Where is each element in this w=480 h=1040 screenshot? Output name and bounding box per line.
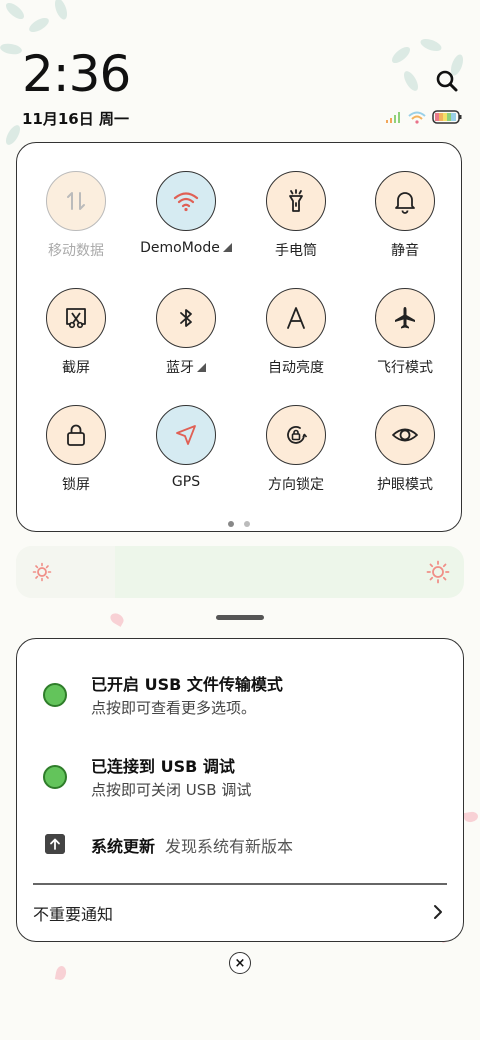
tile-lock-screen[interactable]: 锁屏 — [21, 405, 131, 494]
search-button[interactable] — [432, 66, 462, 96]
page-dot-active[interactable] — [228, 521, 234, 527]
brightness-slider[interactable] — [16, 546, 464, 598]
tile-label: 移动数据 — [48, 243, 104, 259]
tile-label: 手电筒 — [275, 243, 317, 259]
tile-auto-brightness[interactable]: 自动亮度 — [241, 288, 351, 377]
expand-arrow-icon[interactable] — [222, 243, 232, 252]
tile-auto-brightness-button[interactable] — [266, 288, 326, 348]
search-icon — [436, 70, 458, 92]
tile-rotation-lock-button[interactable] — [266, 405, 326, 465]
brightness-high-icon — [426, 560, 450, 584]
clock[interactable]: 2:36 — [22, 48, 131, 100]
notification-text: 发现系统有新版本 — [165, 837, 294, 856]
mobile-data-icon — [67, 192, 85, 210]
signal-icon — [386, 112, 400, 123]
notification-system-update[interactable]: 系统更新 发现系统有新版本 — [17, 831, 463, 861]
tile-label: 蓝牙 — [166, 360, 194, 376]
tile-label: 锁屏 — [62, 477, 90, 493]
close-icon: × — [234, 955, 246, 971]
notification-title: 已开启 USB 文件传输模式 — [91, 675, 283, 694]
airplane-icon — [395, 307, 415, 329]
wifi-icon — [173, 192, 199, 212]
tile-lock-screen-button[interactable] — [46, 405, 106, 465]
tile-rotation-lock[interactable]: 方向锁定 — [241, 405, 351, 494]
tile-label: 飞行模式 — [377, 360, 433, 376]
android-icon — [43, 683, 67, 707]
unimportant-notifications-link[interactable]: 不重要通知 — [33, 901, 113, 925]
flashlight-icon — [289, 189, 303, 212]
page-dot[interactable] — [244, 521, 250, 527]
battery-icon — [432, 110, 462, 124]
notification-panel: 已开启 USB 文件传输模式 点按即可查看更多选项。 已连接到 USB 调试 点… — [16, 638, 464, 942]
notification-title: 已连接到 USB 调试 — [91, 757, 235, 776]
brightness-low-icon — [32, 562, 52, 582]
drag-handle[interactable] — [216, 615, 264, 620]
tile-eye-protection[interactable]: 护眼模式 — [350, 405, 460, 494]
bell-icon — [395, 192, 415, 214]
tile-silent-button[interactable] — [375, 171, 435, 231]
wifi-status-icon — [408, 111, 426, 124]
location-icon — [176, 425, 196, 445]
tile-airplane[interactable]: 飞行模式 — [350, 288, 460, 377]
tile-flashlight[interactable]: 手电筒 — [241, 171, 351, 260]
tile-flashlight-button[interactable] — [266, 171, 326, 231]
expand-arrow-icon[interactable] — [197, 363, 206, 372]
page-indicator — [17, 521, 461, 527]
tile-wifi[interactable]: DemoMode — [131, 171, 241, 256]
bluetooth-icon — [180, 309, 192, 327]
tile-mobile-data-button[interactable] — [46, 171, 106, 231]
notification-usb-debug[interactable]: 已连接到 USB 调试 点按即可关闭 USB 调试 — [17, 751, 463, 811]
tile-label: 截屏 — [62, 360, 90, 376]
tile-gps-button[interactable] — [156, 405, 216, 465]
tile-label: DemoMode — [140, 240, 220, 256]
tile-bluetooth-button[interactable] — [156, 288, 216, 348]
tile-screenshot-button[interactable] — [46, 288, 106, 348]
tile-airplane-button[interactable] — [375, 288, 435, 348]
tile-screenshot[interactable]: 截屏 — [21, 288, 131, 377]
notification-title: 系统更新 — [91, 837, 156, 856]
notification-text: 点按即可查看更多选项。 — [91, 699, 257, 717]
tile-silent[interactable]: 静音 — [350, 171, 460, 260]
tile-label: 护眼模式 — [377, 477, 433, 493]
tile-label: 自动亮度 — [268, 360, 324, 376]
clear-all-button[interactable]: × — [229, 952, 251, 974]
brightness-slider-fill — [16, 546, 115, 598]
tile-label: 静音 — [391, 243, 419, 259]
auto-brightness-icon — [287, 307, 305, 329]
rotation-lock-icon — [287, 426, 308, 444]
tile-bluetooth[interactable]: 蓝牙 — [131, 288, 241, 377]
upload-icon — [45, 834, 65, 854]
tile-label: GPS — [171, 474, 201, 490]
notification-text: 点按即可关闭 USB 调试 — [91, 781, 252, 799]
lock-icon — [67, 424, 85, 446]
android-icon — [43, 765, 67, 789]
screenshot-icon — [66, 308, 86, 329]
tile-mobile-data[interactable]: 移动数据 — [21, 171, 131, 260]
tile-label: 方向锁定 — [268, 477, 324, 493]
tile-gps[interactable]: GPS — [131, 405, 241, 490]
tile-wifi-button[interactable] — [156, 171, 216, 231]
status-icons — [386, 110, 462, 124]
notification-usb-transfer[interactable]: 已开启 USB 文件传输模式 点按即可查看更多选项。 — [17, 667, 463, 727]
date[interactable]: 11月16日 周一 — [22, 108, 129, 129]
eye-icon — [392, 428, 418, 442]
divider — [33, 883, 447, 885]
chevron-right-icon[interactable] — [429, 903, 447, 921]
tile-eye-protection-button[interactable] — [375, 405, 435, 465]
quick-settings-panel: 移动数据 DemoMode 手电筒 静音 截屏 蓝牙 自动亮度 飞行模式 锁屏 … — [16, 142, 462, 532]
